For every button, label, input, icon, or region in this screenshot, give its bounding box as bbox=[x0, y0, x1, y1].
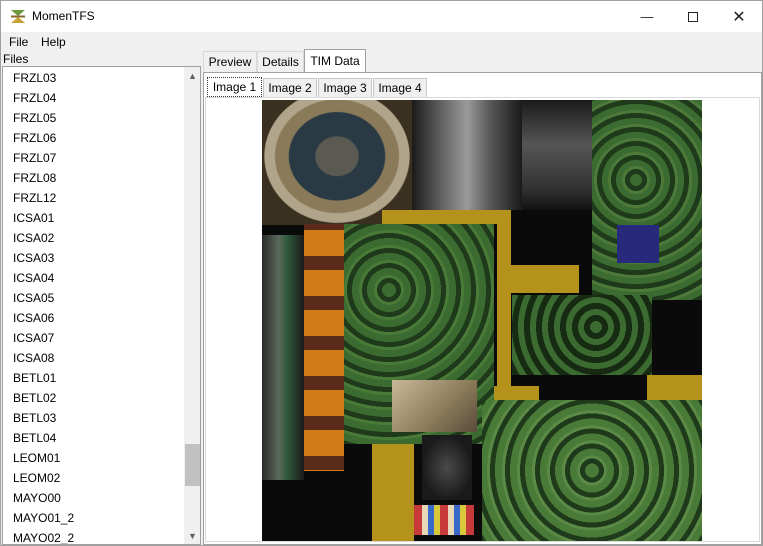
list-item[interactable]: MAYO01_2 bbox=[13, 508, 74, 528]
list-item[interactable]: ICSA02 bbox=[13, 228, 54, 248]
tab-preview[interactable]: Preview bbox=[203, 51, 257, 72]
navy-block bbox=[617, 225, 659, 263]
tab-image-3[interactable]: Image 3 bbox=[318, 78, 372, 98]
file-list[interactable]: FRZL03 FRZL04 FRZL05 FRZL06 FRZL07 FRZL0… bbox=[2, 66, 201, 545]
chevron-down-icon[interactable]: ▼ bbox=[184, 527, 200, 544]
tab-tim-data[interactable]: TIM Data bbox=[304, 49, 366, 72]
list-item[interactable]: FRZL03 bbox=[13, 68, 56, 88]
gold-path bbox=[372, 443, 414, 541]
list-item[interactable]: ICSA04 bbox=[13, 268, 54, 288]
menu-help[interactable]: Help bbox=[41, 35, 66, 49]
list-item[interactable]: FRZL06 bbox=[13, 128, 56, 148]
foliage-texture bbox=[512, 295, 652, 375]
items-texture bbox=[414, 505, 474, 535]
chevron-up-icon[interactable]: ▲ bbox=[184, 67, 200, 84]
fountain-texture bbox=[262, 100, 412, 225]
door-texture bbox=[262, 235, 304, 480]
tab-details[interactable]: Details bbox=[257, 51, 304, 72]
lantern-texture bbox=[304, 224, 344, 471]
tim-texture-image bbox=[262, 100, 702, 541]
list-item[interactable]: BETL03 bbox=[13, 408, 56, 428]
list-item[interactable]: BETL04 bbox=[13, 428, 56, 448]
menu-bar: File Help bbox=[1, 32, 762, 52]
foliage-texture bbox=[482, 400, 702, 541]
list-item[interactable]: ICSA03 bbox=[13, 248, 54, 268]
box-texture bbox=[392, 380, 477, 432]
app-window: MomenTFS — ✕ File Help Files FRZL03 FRZL… bbox=[0, 0, 763, 546]
list-item[interactable]: FRZL07 bbox=[13, 148, 56, 168]
gold-path bbox=[497, 265, 579, 293]
maximize-button[interactable] bbox=[670, 1, 716, 32]
file-list-scrollbar[interactable]: ▲ ▼ bbox=[184, 67, 200, 544]
close-icon: ✕ bbox=[732, 8, 746, 26]
list-item[interactable]: FRZL08 bbox=[13, 168, 56, 188]
list-item[interactable]: MAYO00 bbox=[13, 488, 61, 508]
bell-texture bbox=[522, 100, 592, 210]
minimize-icon: — bbox=[640, 9, 654, 24]
list-item[interactable]: LEOM01 bbox=[13, 448, 60, 468]
tab-image-2[interactable]: Image 2 bbox=[263, 78, 317, 98]
list-item[interactable]: ICSA07 bbox=[13, 328, 54, 348]
list-item[interactable]: ICSA06 bbox=[13, 308, 54, 328]
list-item[interactable]: LEOM02 bbox=[13, 468, 60, 488]
scroll-thumb[interactable] bbox=[185, 444, 200, 486]
tab-image-1[interactable]: Image 1 bbox=[207, 77, 262, 97]
files-label: Files bbox=[3, 52, 29, 66]
list-item[interactable]: ICSA05 bbox=[13, 288, 54, 308]
window-title: MomenTFS bbox=[32, 9, 95, 23]
list-item[interactable]: BETL02 bbox=[13, 388, 56, 408]
bag-texture bbox=[422, 435, 472, 500]
close-button[interactable]: ✕ bbox=[716, 1, 762, 32]
gold-path bbox=[647, 375, 702, 401]
maximize-icon bbox=[688, 11, 698, 22]
image-viewer bbox=[205, 97, 760, 542]
menu-file[interactable]: File bbox=[9, 35, 28, 49]
list-item[interactable]: FRZL12 bbox=[13, 188, 56, 208]
gold-path bbox=[497, 210, 511, 395]
list-item[interactable]: FRZL04 bbox=[13, 88, 56, 108]
minimize-button[interactable]: — bbox=[624, 1, 670, 32]
list-item[interactable]: ICSA08 bbox=[13, 348, 54, 368]
tab-image-4[interactable]: Image 4 bbox=[373, 78, 427, 98]
title-bar[interactable]: MomenTFS — ✕ bbox=[1, 1, 762, 32]
list-item[interactable]: BETL01 bbox=[13, 368, 56, 388]
list-item[interactable]: MAYO02_2 bbox=[13, 528, 74, 544]
foliage-texture bbox=[592, 100, 702, 300]
list-item[interactable]: ICSA01 bbox=[13, 208, 54, 228]
statue-texture bbox=[412, 100, 522, 210]
list-item[interactable]: FRZL05 bbox=[13, 108, 56, 128]
app-icon bbox=[11, 10, 25, 23]
